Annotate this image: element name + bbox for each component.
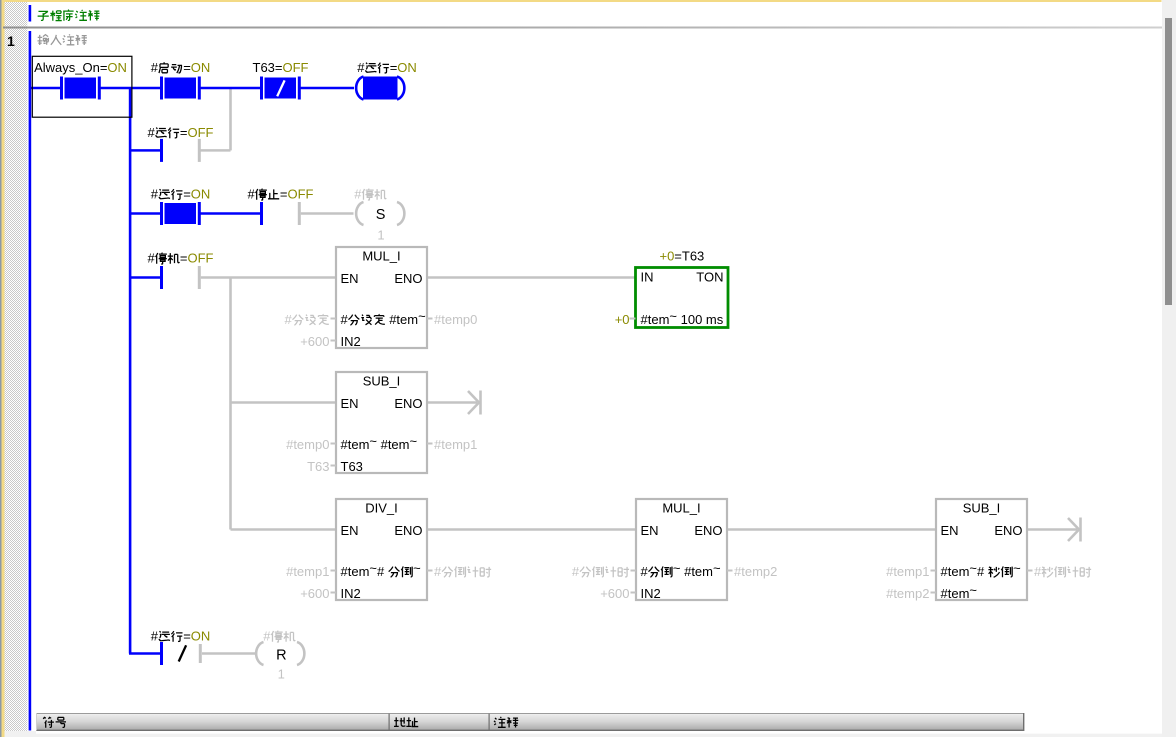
svg-text:=: = [183, 187, 191, 202]
svg-text:+600: +600 [300, 586, 329, 601]
svg-text:IN2: IN2 [641, 586, 661, 601]
svg-text:IN: IN [641, 270, 654, 285]
svg-text:T63: T63 [341, 459, 363, 474]
svg-text:#: # [151, 187, 159, 202]
svg-text:ON: ON [191, 629, 211, 644]
svg-text:#tem~ 100 ms: #tem~ 100 ms [641, 308, 724, 327]
svg-text:#temp0: #temp0 [286, 437, 329, 452]
svg-text:SUB_I: SUB_I [963, 501, 1001, 516]
svg-text:=T63: =T63 [674, 249, 704, 264]
svg-text:1: 1 [7, 33, 15, 49]
svg-text:T63: T63 [307, 459, 329, 474]
svg-text:DIV_I: DIV_I [365, 501, 398, 516]
svg-text:OFF: OFF [288, 187, 314, 202]
svg-text:S: S [376, 207, 386, 223]
svg-text:#: # [354, 187, 362, 202]
svg-text:=: = [180, 125, 188, 140]
svg-text:SUB_I: SUB_I [363, 374, 401, 389]
svg-text:+0: +0 [660, 249, 675, 264]
svg-text:ON: ON [191, 187, 211, 202]
svg-text:ENO: ENO [394, 271, 422, 286]
svg-text:#: # [377, 564, 385, 579]
svg-text:#: # [148, 251, 156, 266]
svg-text:=: = [183, 629, 191, 644]
svg-text:=: = [390, 60, 398, 75]
svg-text:T63=: T63= [253, 60, 283, 75]
svg-text:OFF: OFF [283, 60, 309, 75]
svg-text:MUL_I: MUL_I [362, 249, 400, 264]
svg-text:+0: +0 [615, 312, 630, 327]
svg-text:ON: ON [191, 60, 211, 75]
svg-text:ENO: ENO [394, 523, 422, 538]
svg-text:#: # [285, 312, 293, 327]
svg-text:#: # [1034, 564, 1042, 579]
svg-text:MUL_I: MUL_I [662, 501, 700, 516]
svg-text:#: # [572, 564, 580, 579]
svg-text:EN: EN [341, 271, 359, 286]
svg-text:#temp2: #temp2 [886, 586, 929, 601]
svg-text:IN2: IN2 [341, 334, 361, 349]
svg-text:#: # [151, 60, 159, 75]
svg-text:ENO: ENO [694, 523, 722, 538]
svg-text:ON: ON [107, 60, 127, 75]
svg-text:~: ~ [1013, 560, 1021, 575]
svg-text:1: 1 [278, 667, 285, 682]
svg-text:#: # [357, 60, 365, 75]
svg-text:#temp1: #temp1 [886, 564, 929, 579]
svg-text:#temp1: #temp1 [434, 437, 477, 452]
svg-text:#: # [977, 564, 985, 579]
svg-text:IN2: IN2 [341, 586, 361, 601]
svg-text:#: # [263, 629, 271, 644]
svg-text:=: = [183, 60, 191, 75]
svg-text:#temp2: #temp2 [734, 564, 777, 579]
svg-text:TON: TON [696, 270, 723, 285]
svg-text:~: ~ [413, 560, 421, 575]
svg-text:=: = [280, 187, 288, 202]
svg-text:#: # [148, 125, 156, 140]
svg-text:~: ~ [673, 560, 681, 575]
svg-text:ENO: ENO [994, 523, 1022, 538]
svg-text:EN: EN [341, 396, 359, 411]
svg-text:EN: EN [941, 523, 959, 538]
svg-text:+600: +600 [300, 334, 329, 349]
svg-text:+600: +600 [600, 586, 629, 601]
svg-text:OFF: OFF [188, 125, 214, 140]
svg-text:#temp1: #temp1 [286, 564, 329, 579]
svg-text:OFF: OFF [188, 251, 214, 266]
svg-text:#: # [341, 312, 349, 327]
svg-text:EN: EN [341, 523, 359, 538]
svg-text:#: # [434, 564, 442, 579]
svg-text:ON: ON [397, 60, 417, 75]
svg-text:Always_On=: Always_On= [34, 60, 107, 75]
svg-text:R: R [276, 647, 286, 663]
svg-text:#: # [151, 629, 159, 644]
svg-text:#: # [248, 187, 256, 202]
svg-text:EN: EN [641, 523, 659, 538]
svg-text:ENO: ENO [394, 396, 422, 411]
svg-text:#: # [641, 564, 649, 579]
svg-text:#temp0: #temp0 [434, 312, 477, 327]
svg-text:=: = [180, 251, 188, 266]
svg-text:1: 1 [377, 228, 384, 243]
